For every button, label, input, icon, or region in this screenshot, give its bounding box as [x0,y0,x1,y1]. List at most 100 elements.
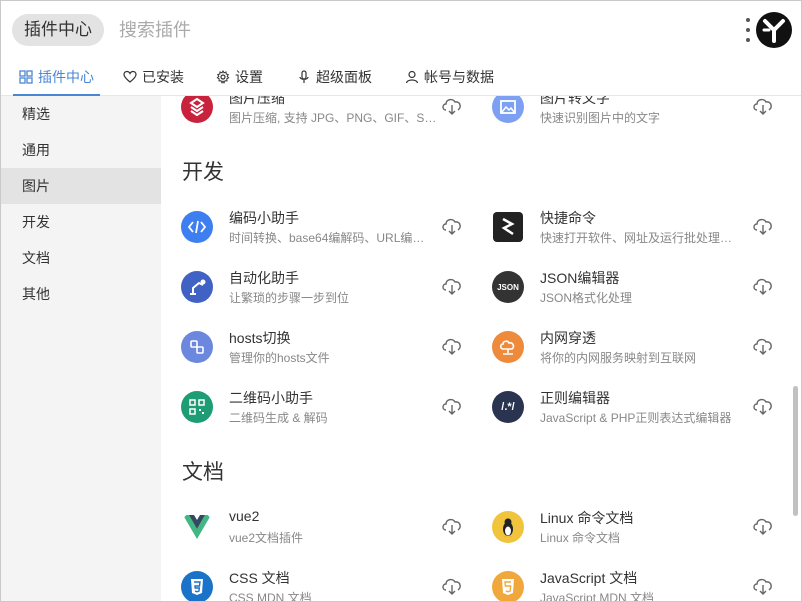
css-icon [181,571,213,601]
tab-label: 帐号与数据 [424,69,494,85]
download-cloud-icon[interactable] [752,336,774,356]
download-cloud-icon[interactable] [441,576,463,596]
layers-icon [181,96,213,123]
plugin-name: 图片转文字 [540,96,610,106]
plugin-desc: 将你的内网服务映射到互联网 [540,351,697,365]
plugin-card-encoder[interactable]: 编码小助手 时间转换、base64编解码、URL编解码 [161,196,471,256]
gear-icon [216,70,230,84]
plugin-card-intranet-tunnel[interactable]: 内网穿透 将你的内网服务映射到互联网 [472,316,782,376]
plugin-name: 编码小助手 [229,210,299,226]
plugin-name: 内网穿透 [540,330,596,346]
tab-plugin-center[interactable]: 插件中心 [13,59,100,96]
plugin-desc: 图片压缩, 支持 JPG、PNG、GIF、SVG [229,111,439,125]
sidebar-item-dev[interactable]: 开发 [1,204,161,240]
plugin-name: JavaScript 文档 [540,570,638,586]
json-icon: JSON [492,271,524,303]
plugin-name: 快捷命令 [540,210,596,226]
sidebar-item-docs[interactable]: 文档 [1,240,161,276]
plugin-card-automation[interactable]: 自动化助手 让繁琐的步骤一步到位 [161,256,471,316]
plugin-name: 正则编辑器 [540,390,610,406]
tab-super-panel[interactable]: 超级面板 [291,59,378,95]
download-cloud-icon[interactable] [752,516,774,536]
app-window: 插件中心 插件中心 已安装 设置 超级面板 帐号与数据 [0,0,802,602]
more-menu-icon[interactable] [743,18,753,42]
section-title-docs: 文档 [182,461,224,484]
plugin-name: 自动化助手 [229,270,299,286]
zigzag-icon [493,212,523,242]
plugin-desc: 快速识别图片中的文字 [540,111,661,125]
download-cloud-icon[interactable] [752,576,774,596]
plugin-name: 二维码小助手 [229,390,313,406]
plugin-name: Linux 命令文档 [540,510,634,526]
download-cloud-icon[interactable] [441,396,463,416]
plugin-desc: vue2文档插件 [229,531,304,545]
tab-label: 已安装 [142,69,184,85]
vue-icon [181,511,213,543]
plugin-desc: JSON格式化处理 [540,291,633,305]
plugin-desc: 快速打开软件、网址及运行批处理、shell [540,231,740,245]
plugin-name: CSS 文档 [229,570,290,586]
plugin-desc: 管理你的hosts文件 [229,351,330,365]
plugin-card-hosts-switch[interactable]: hosts切换 管理你的hosts文件 [161,316,471,376]
search-bar: 插件中心 [1,1,801,59]
code-icon [181,211,213,243]
mic-icon [299,70,309,83]
download-cloud-icon[interactable] [441,516,463,536]
qrcode-icon [181,391,213,423]
download-cloud-icon[interactable] [441,276,463,296]
plugin-desc: 二维码生成 & 解码 [229,411,328,425]
plugin-list: 图片压缩 图片压缩, 支持 JPG、PNG、GIF、SVG 图片转文字 快速识别… [161,96,801,601]
sidebar-item-image[interactable]: 图片 [1,168,161,204]
search-input[interactable] [119,14,679,46]
regex-icon: /.*/ [492,391,524,423]
download-cloud-icon[interactable] [441,216,463,236]
sidebar-item-featured[interactable]: 精选 [1,96,161,132]
plugin-desc: JavaScript MDN 文档 [540,591,655,601]
sidebar-item-other[interactable]: 其他 [1,276,161,312]
download-cloud-icon[interactable] [752,396,774,416]
tab-settings[interactable]: 设置 [210,59,269,95]
section-title-dev: 开发 [182,161,224,184]
download-cloud-icon[interactable] [752,216,774,236]
tab-label: 插件中心 [38,68,94,85]
plugin-card-regex-editor[interactable]: /.*/ 正则编辑器 JavaScript & PHP正则表达式编辑器 [472,376,782,436]
scrollbar-thumb[interactable] [793,386,798,516]
tab-installed[interactable]: 已安装 [117,59,190,95]
sidebar-item-general[interactable]: 通用 [1,132,161,168]
plugin-desc: JavaScript & PHP正则表达式编辑器 [540,411,732,425]
plugin-desc: CSS MDN 文档 [229,591,312,601]
plugin-card-quick-command[interactable]: 快捷命令 快速打开软件、网址及运行批处理、shell [472,196,782,256]
plugin-card-json-editor[interactable]: JSON JSON编辑器 JSON格式化处理 [472,256,782,316]
plugin-card-linux-docs[interactable]: Linux 命令文档 Linux 命令文档 [472,496,782,556]
image-icon [492,96,524,123]
plugin-name: JSON编辑器 [540,270,620,286]
plugin-desc: 时间转换、base64编解码、URL编解码 [229,231,429,245]
download-cloud-icon[interactable] [441,336,463,356]
plugin-center-pill[interactable]: 插件中心 [12,14,104,46]
plugin-card-javascript-docs[interactable]: JavaScript 文档 JavaScript MDN 文档 [472,556,782,601]
plugin-name: vue2 [229,508,260,524]
category-sidebar: 精选 通用 图片 开发 文档 其他 [1,96,161,601]
download-cloud-icon[interactable] [752,96,774,116]
user-icon [405,70,419,84]
cloud-net-icon [492,331,524,363]
plugin-card-css-docs[interactable]: CSS 文档 CSS MDN 文档 [161,556,471,601]
html5-icon [492,571,524,601]
robot-arm-icon [181,271,213,303]
download-cloud-icon[interactable] [441,96,463,116]
plugin-desc: 让繁琐的步骤一步到位 [229,291,350,305]
plugin-desc: Linux 命令文档 [540,531,621,545]
plugin-card-image-ocr[interactable]: 图片转文字 快速识别图片中的文字 [472,96,782,136]
tab-label: 设置 [235,69,263,85]
grid-icon [19,69,33,84]
tab-account-data[interactable]: 帐号与数据 [399,59,500,95]
plugin-card-qrcode[interactable]: 二维码小助手 二维码生成 & 解码 [161,376,471,436]
plugin-card-image-compress[interactable]: 图片压缩 图片压缩, 支持 JPG、PNG、GIF、SVG [161,96,471,136]
app-logo-icon[interactable] [756,12,792,48]
plugin-name: 图片压缩 [229,96,285,106]
plugin-name: hosts切换 [229,330,291,346]
heart-icon [123,70,137,83]
plugin-card-vue2[interactable]: vue2 vue2文档插件 [161,496,471,556]
switch-icon [181,331,213,363]
download-cloud-icon[interactable] [752,276,774,296]
